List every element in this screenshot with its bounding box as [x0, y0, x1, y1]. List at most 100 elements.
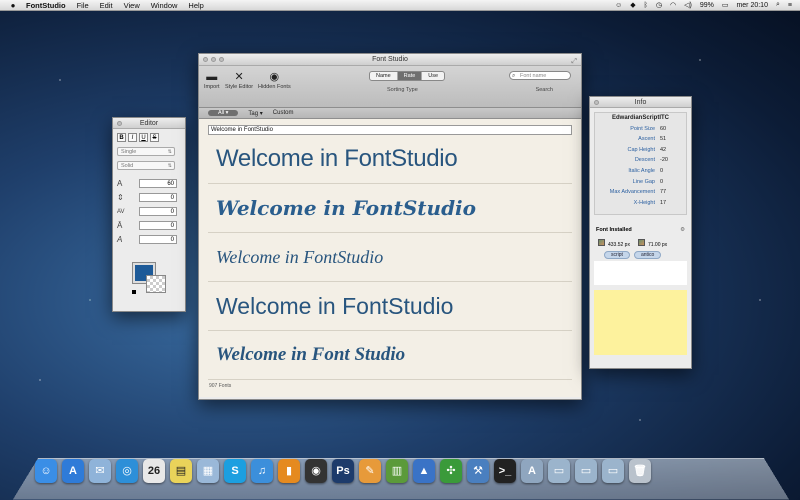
- zoom-button[interactable]: [219, 57, 224, 62]
- clock[interactable]: mer 20:10: [736, 2, 768, 9]
- style-editor-button[interactable]: ✕ Style Editor: [225, 70, 253, 90]
- safari-icon[interactable]: ◎: [116, 459, 138, 483]
- mail-icon[interactable]: ✉: [89, 459, 111, 483]
- menu-view[interactable]: View: [124, 1, 140, 10]
- reset-colors-icon[interactable]: [132, 290, 136, 294]
- height-readout: 71.00 px: [637, 239, 668, 249]
- desktop-folder-icon[interactable]: ▭: [602, 459, 624, 483]
- kerning-field[interactable]: 0: [139, 207, 177, 216]
- spotlight-icon[interactable]: ⌕: [776, 1, 780, 9]
- font-preview-row[interactable]: Welcome in Font Studio: [208, 331, 572, 380]
- search-input[interactable]: ⌕ Font name: [509, 71, 571, 80]
- notification-center-icon[interactable]: ≡: [788, 2, 792, 9]
- stickies-icon[interactable]: ▤: [170, 459, 192, 483]
- sort-use-segment[interactable]: Use: [422, 72, 444, 80]
- filter-all-label: All: [218, 110, 225, 116]
- volume-icon[interactable]: ◁): [684, 1, 692, 9]
- line-spacing-field[interactable]: 0: [139, 193, 177, 202]
- downloads-folder-icon[interactable]: ▭: [575, 459, 597, 483]
- search-placeholder: Font name: [520, 73, 547, 79]
- preview-icon[interactable]: ▦: [197, 459, 219, 483]
- hidden-fonts-label: Hidden Fonts: [258, 84, 291, 90]
- keynote-icon[interactable]: ▲: [413, 459, 435, 483]
- hidden-fonts-button[interactable]: ◉ Hidden Fonts: [258, 70, 291, 90]
- main-titlebar[interactable]: Font Studio ⤢: [199, 54, 581, 66]
- metric-label: X-Height: [633, 199, 655, 206]
- filter-tag-popup[interactable]: Tag ▾: [248, 110, 262, 117]
- tag-token[interactable]: script: [604, 251, 630, 260]
- aperture-icon[interactable]: ◉: [305, 459, 327, 483]
- italic-button[interactable]: I: [128, 133, 137, 142]
- ibooks-icon[interactable]: ▮: [278, 459, 300, 483]
- skype-icon[interactable]: S: [224, 459, 246, 483]
- wifi-icon[interactable]: ◠: [670, 1, 676, 9]
- minimize-button[interactable]: [211, 57, 216, 62]
- tag-list: script antico: [594, 251, 687, 260]
- underline-style-select[interactable]: Single ⇅: [117, 147, 175, 156]
- editor-title: Editor: [139, 120, 159, 127]
- font-preview-row[interactable]: Welcome in FontStudio: [208, 135, 572, 184]
- background-color-well[interactable]: [146, 275, 166, 293]
- close-button[interactable]: [203, 57, 208, 62]
- baseline-field[interactable]: 0: [139, 221, 177, 230]
- numbers-icon[interactable]: ▥: [386, 459, 408, 483]
- app-menu[interactable]: FontStudio: [26, 1, 66, 10]
- info-title: Info: [634, 99, 647, 106]
- skype-status-icon[interactable]: ☺: [615, 2, 622, 9]
- calendar-icon[interactable]: 26: [143, 459, 165, 483]
- filter-custom[interactable]: Custom: [273, 110, 294, 116]
- menu-file[interactable]: File: [77, 1, 89, 10]
- gear-icon[interactable]: ⚙: [680, 227, 685, 233]
- bluetooth-icon[interactable]: ᛒ: [644, 2, 648, 9]
- notes-area[interactable]: [594, 290, 687, 356]
- time-machine-icon[interactable]: ◷: [656, 1, 662, 9]
- baseline-icon: Ā: [117, 221, 123, 230]
- menu-edit[interactable]: Edit: [100, 1, 113, 10]
- close-button[interactable]: [594, 100, 599, 105]
- filter-bar: All ▾ Tag ▾ Custom: [199, 108, 581, 119]
- metric-value: 17: [660, 199, 667, 206]
- apple-menu-icon[interactable]: ●: [8, 1, 18, 10]
- import-button[interactable]: ▬ Import: [204, 70, 220, 90]
- battery-label[interactable]: 99%: [700, 2, 714, 9]
- battery-icon[interactable]: ▭: [722, 1, 729, 9]
- editor-titlebar[interactable]: Editor: [113, 118, 185, 129]
- metric-value: -20: [660, 157, 668, 164]
- close-button[interactable]: [117, 121, 122, 126]
- itunes-icon[interactable]: ♫: [251, 459, 273, 483]
- underline-style-value: Single: [121, 149, 137, 155]
- font-studio-icon[interactable]: ✣: [440, 459, 462, 483]
- font-size-field[interactable]: 60: [139, 179, 177, 188]
- strike-style-select[interactable]: Solid ⇅: [117, 161, 175, 170]
- trash-icon[interactable]: 🗑: [629, 459, 651, 483]
- metric-row: Ascent 51: [597, 136, 684, 142]
- height-value: 71.00 px: [647, 242, 668, 249]
- metric-value: 0: [660, 178, 664, 185]
- documents-folder-icon[interactable]: ▭: [548, 459, 570, 483]
- photoshop-icon[interactable]: Ps: [332, 459, 354, 483]
- slant-field[interactable]: 0: [139, 235, 177, 244]
- strikethrough-button[interactable]: S: [150, 133, 159, 142]
- pages-icon[interactable]: ✎: [359, 459, 381, 483]
- sort-name-segment[interactable]: Name: [370, 72, 398, 80]
- menu-window[interactable]: Window: [151, 1, 178, 10]
- bold-button[interactable]: B: [117, 133, 126, 142]
- menu-help[interactable]: Help: [188, 1, 203, 10]
- kerning-icon: AV: [117, 208, 125, 215]
- applications-folder-icon[interactable]: A: [521, 459, 543, 483]
- finder-icon[interactable]: ☺: [35, 459, 57, 483]
- font-preview-row[interactable]: Welcome in FontStudio: [208, 233, 572, 282]
- app-store-icon[interactable]: A: [62, 459, 84, 483]
- sort-rate-segment[interactable]: Rate: [397, 72, 423, 80]
- sample-text-field[interactable]: Welcome in FontStudio: [208, 125, 572, 135]
- info-titlebar[interactable]: Info: [590, 97, 691, 108]
- underline-button[interactable]: U: [139, 133, 148, 142]
- tag-token[interactable]: antico: [633, 251, 662, 260]
- tag-input-area[interactable]: [594, 261, 687, 286]
- terminal-icon[interactable]: >_: [494, 459, 516, 483]
- font-preview-row[interactable]: Welcome in FontStudio: [208, 282, 572, 331]
- dropbox-icon[interactable]: ◆: [630, 1, 635, 9]
- font-preview-row[interactable]: Welcome in FontStudio: [208, 184, 572, 233]
- xcode-icon[interactable]: ⚒: [467, 459, 489, 483]
- filter-all-popup[interactable]: All ▾: [208, 110, 239, 116]
